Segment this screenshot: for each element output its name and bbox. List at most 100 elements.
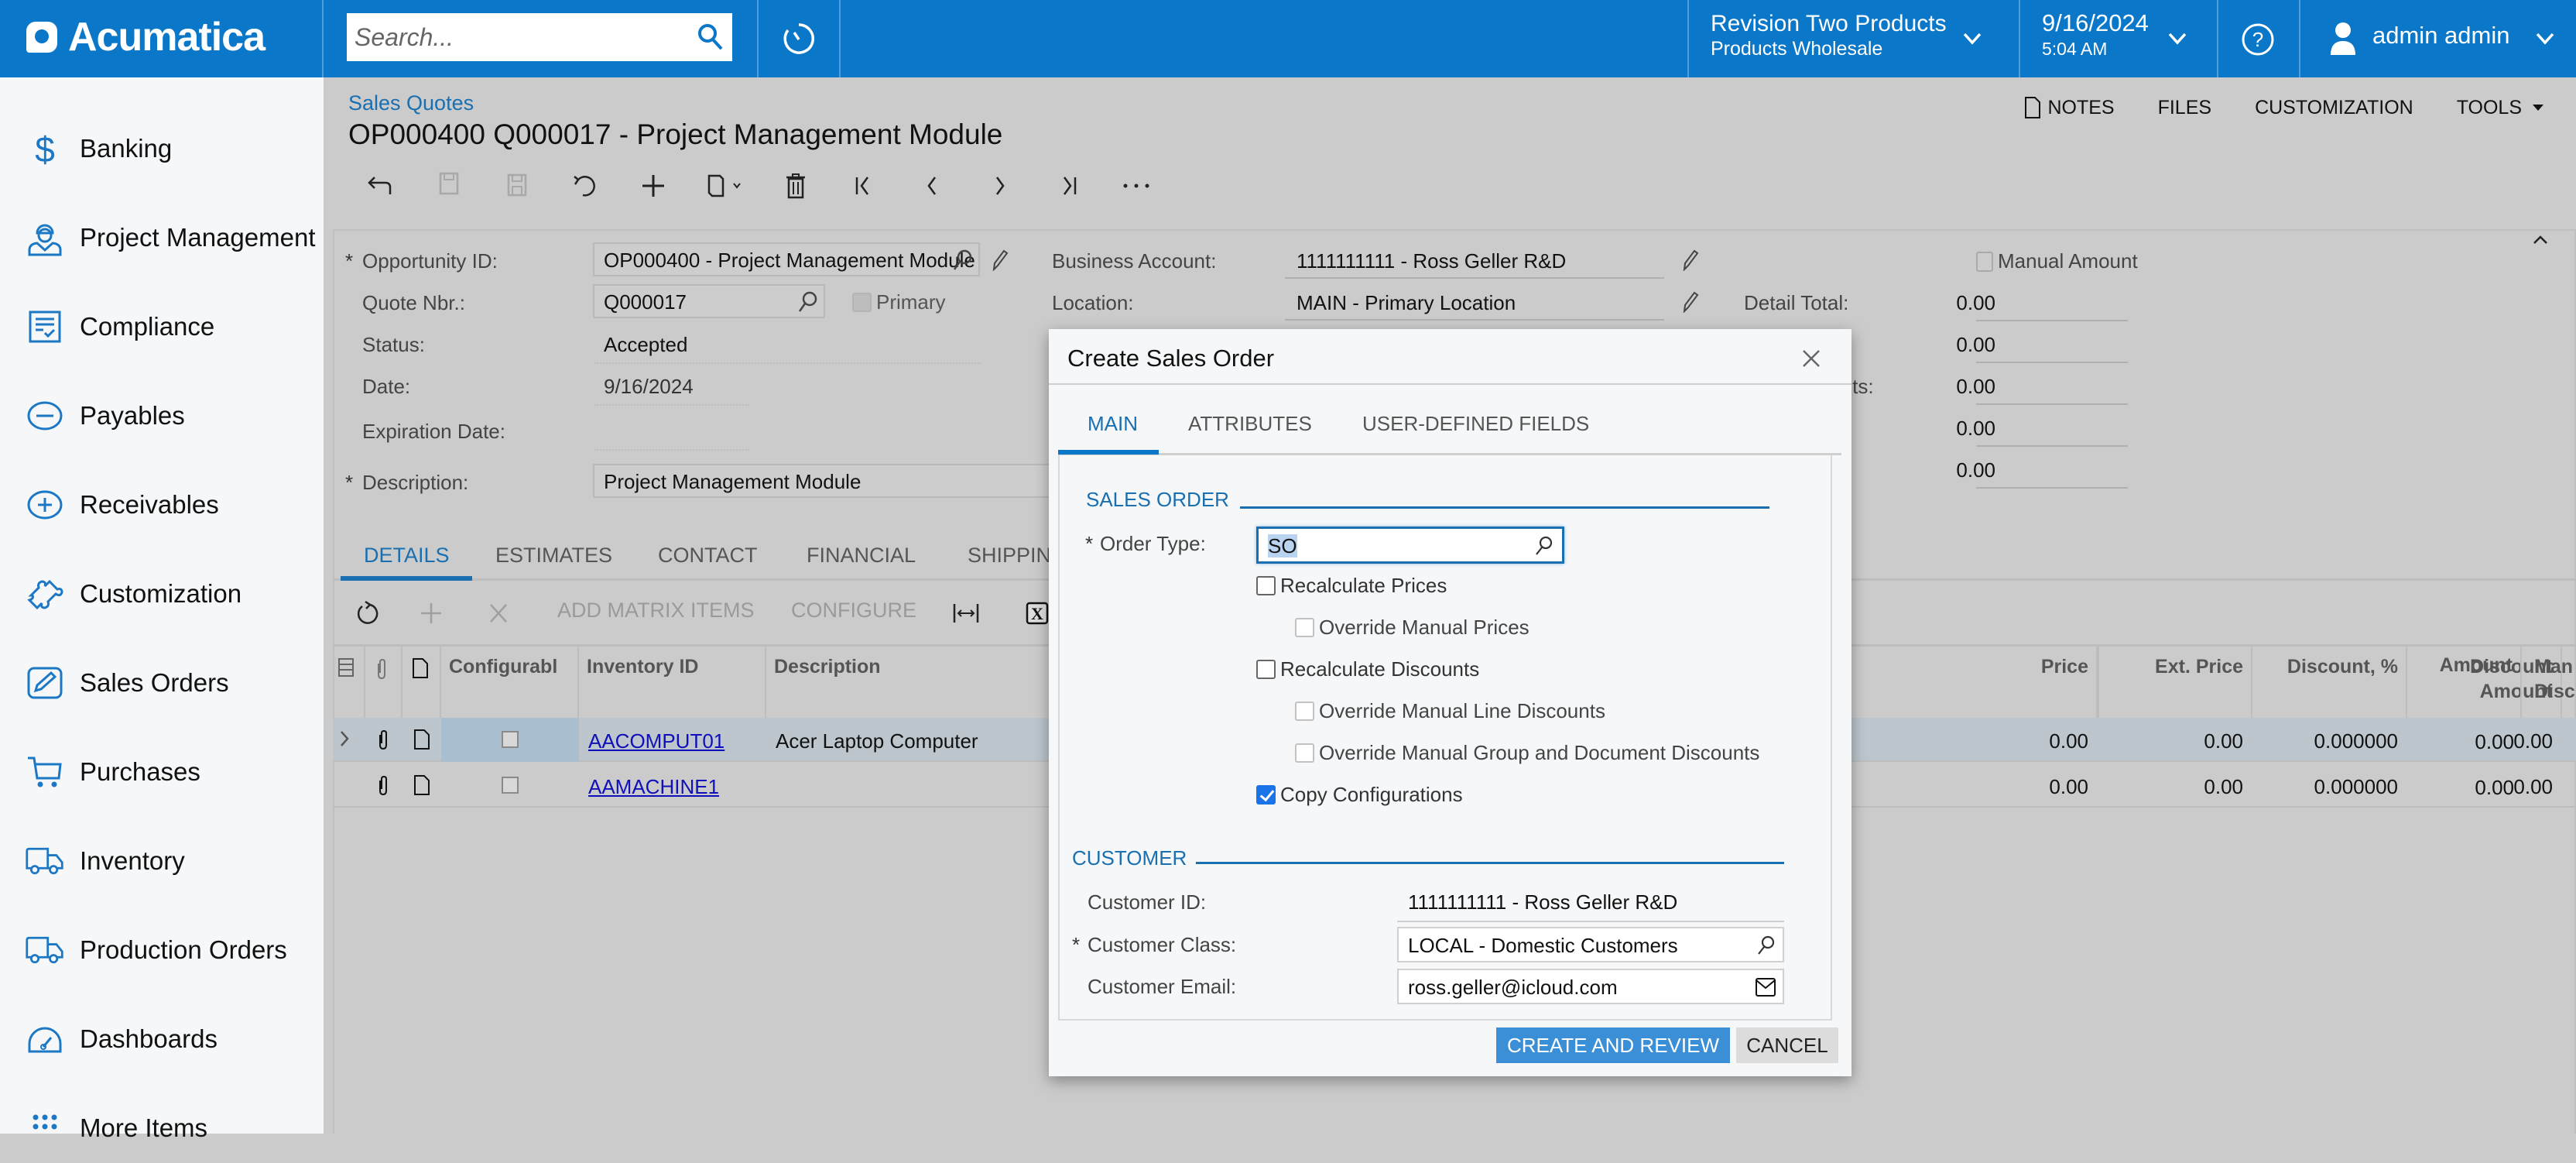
add-button[interactable] — [619, 166, 687, 205]
save-and-close-button[interactable] — [415, 166, 483, 205]
dialog-tab-user-defined-fields[interactable]: USER-DEFINED FIELDS — [1362, 412, 1589, 436]
acumatica-logo[interactable]: Acumatica — [26, 14, 265, 60]
fit-columns-icon[interactable] — [952, 602, 980, 629]
business-date-selector[interactable]: 9/16/2024 5:04 AM — [2042, 9, 2149, 60]
configurable-checkbox[interactable] — [441, 763, 579, 808]
cancel-button[interactable]: CANCEL — [1736, 1027, 1838, 1063]
note-icon[interactable] — [402, 763, 441, 808]
refresh-icon[interactable] — [355, 600, 381, 632]
price-column-header[interactable]: Price — [2036, 647, 2098, 718]
manual-discount-column-header[interactable]: Man Disc — [2525, 654, 2576, 716]
close-button[interactable] — [1797, 345, 1828, 376]
edit-pencil-icon[interactable] — [1681, 290, 1700, 317]
row-selector-header[interactable] — [333, 647, 365, 718]
chevron-down-icon[interactable] — [2531, 25, 2559, 53]
sidebar-item-more-items[interactable]: More Items — [0, 1093, 324, 1163]
inventory-id-link[interactable]: AAMACHINE1 — [579, 763, 766, 808]
edit-pencil-icon[interactable] — [991, 248, 1009, 275]
override-manual-prices-checkbox[interactable]: Override Manual Prices — [1295, 616, 1530, 640]
configurable-column-header[interactable]: Configurabl — [441, 647, 579, 718]
row-expand-icon[interactable] — [333, 718, 365, 762]
mail-icon[interactable] — [1755, 977, 1776, 1003]
paperclip-icon[interactable] — [365, 718, 402, 762]
customer-email-input[interactable]: ross.geller@icloud.com — [1397, 969, 1784, 1004]
files-button[interactable]: FILES — [2158, 96, 2211, 119]
search-icon[interactable] — [952, 249, 974, 276]
description-field[interactable]: Project Management Module — [593, 464, 1057, 498]
search-box[interactable] — [347, 13, 732, 61]
inventory-id-column-header[interactable]: Inventory ID — [579, 647, 766, 718]
sidebar-item-compliance[interactable]: Compliance — [0, 292, 324, 362]
delete-button[interactable] — [762, 166, 830, 205]
back-button[interactable] — [347, 166, 415, 205]
customization-button[interactable]: CUSTOMIZATION — [2255, 96, 2413, 119]
override-manual-group-document-discounts-checkbox[interactable]: Override Manual Group and Document Disco… — [1295, 741, 1759, 765]
amount-column-header[interactable]: Amount — [2398, 647, 2522, 718]
search-icon[interactable] — [797, 290, 819, 317]
chevron-down-icon[interactable] — [2163, 25, 2191, 53]
last-record-button[interactable] — [1034, 166, 1102, 205]
ext-price-column-header[interactable]: Ext. Price — [2098, 647, 2252, 718]
edit-pencil-icon[interactable] — [1681, 248, 1700, 275]
quote-nbr-field[interactable]: Q000017 — [593, 284, 825, 318]
breadcrumb[interactable]: Sales Quotes — [348, 91, 474, 115]
opportunity-id-field[interactable]: OP000400 - Project Management Module — [593, 242, 980, 276]
sidebar-item-sales-orders[interactable]: Sales Orders — [0, 648, 324, 718]
sidebar-item-project-management[interactable]: Project Management — [0, 203, 324, 273]
copy-configurations-checkbox[interactable]: Copy Configurations — [1256, 783, 1463, 807]
copy-paste-button[interactable] — [687, 166, 762, 205]
configurable-checkbox[interactable] — [441, 718, 579, 762]
primary-checkbox[interactable]: Primary — [852, 290, 946, 314]
previous-record-button[interactable] — [898, 166, 966, 205]
cancel-changes-button[interactable] — [551, 166, 619, 205]
delete-row-icon[interactable] — [488, 602, 509, 629]
order-type-input[interactable]: SO — [1256, 527, 1564, 564]
search-icon[interactable] — [697, 22, 724, 56]
sidebar-item-receivables[interactable]: Receivables — [0, 470, 324, 540]
collapse-panel-icon[interactable] — [2531, 234, 2550, 250]
create-and-review-button[interactable]: CREATE AND REVIEW — [1496, 1027, 1730, 1063]
company-selector[interactable]: Revision Two Products Products Wholesale — [1711, 11, 1947, 60]
sidebar-item-customization[interactable]: Customization — [0, 559, 324, 629]
more-actions-button[interactable] — [1102, 166, 1170, 205]
user-menu[interactable]: admin admin — [2372, 22, 2509, 50]
sidebar-item-inventory[interactable]: Inventory — [0, 826, 324, 896]
note-icon[interactable] — [402, 718, 441, 762]
search-icon[interactable] — [1756, 935, 1776, 962]
sidebar-item-production-orders[interactable]: Production Orders — [0, 915, 324, 985]
configure-button[interactable]: CONFIGURE — [791, 599, 916, 623]
manual-amount-checkbox[interactable]: Manual Amount — [1976, 249, 2138, 273]
dialog-tab-attributes[interactable]: ATTRIBUTES — [1188, 412, 1312, 436]
recalculate-discounts-checkbox[interactable]: Recalculate Discounts — [1256, 657, 1479, 681]
notes-button[interactable]: NOTES — [2024, 96, 2115, 119]
date-value[interactable]: 9/16/2024 — [594, 375, 694, 399]
recalculate-prices-checkbox[interactable]: Recalculate Prices — [1256, 574, 1447, 598]
recent-history-icon[interactable] — [774, 17, 824, 60]
add-matrix-items-button[interactable]: ADD MATRIX ITEMS — [557, 599, 755, 623]
sidebar-item-banking[interactable]: $ Banking — [0, 114, 324, 184]
add-row-icon[interactable] — [420, 602, 443, 629]
dialog-tab-main[interactable]: MAIN — [1088, 412, 1138, 436]
help-icon[interactable]: ? — [2239, 20, 2277, 59]
paperclip-icon[interactable] — [365, 763, 402, 808]
location-value[interactable]: MAIN - Primary Location — [1287, 291, 1516, 315]
search-input[interactable] — [355, 22, 680, 52]
tab-estimates[interactable]: ESTIMATES — [495, 544, 612, 568]
discount-percent-column-header[interactable]: Discount, % — [2252, 647, 2407, 718]
inventory-id-link[interactable]: AACOMPUT01 — [579, 718, 766, 762]
sidebar-item-payables[interactable]: Payables — [0, 381, 324, 451]
first-record-button[interactable] — [830, 166, 898, 205]
tab-financial[interactable]: FINANCIAL — [807, 544, 916, 568]
business-account-value[interactable]: 1111111111 - Ross Geller R&D — [1287, 249, 1566, 273]
next-record-button[interactable] — [966, 166, 1034, 205]
tools-button[interactable]: TOOLS — [2457, 96, 2545, 119]
override-manual-line-discounts-checkbox[interactable]: Override Manual Line Discounts — [1295, 699, 1605, 723]
tab-details[interactable]: DETAILS — [364, 544, 450, 568]
export-excel-icon[interactable]: X — [1026, 602, 1049, 629]
search-icon[interactable] — [1534, 535, 1554, 562]
chevron-down-icon[interactable] — [1958, 25, 1986, 53]
sidebar-item-dashboards[interactable]: Dashboards — [0, 1004, 324, 1074]
tab-contact[interactable]: CONTACT — [658, 544, 758, 568]
save-button[interactable] — [483, 166, 551, 205]
sidebar-item-purchases[interactable]: Purchases — [0, 737, 324, 807]
